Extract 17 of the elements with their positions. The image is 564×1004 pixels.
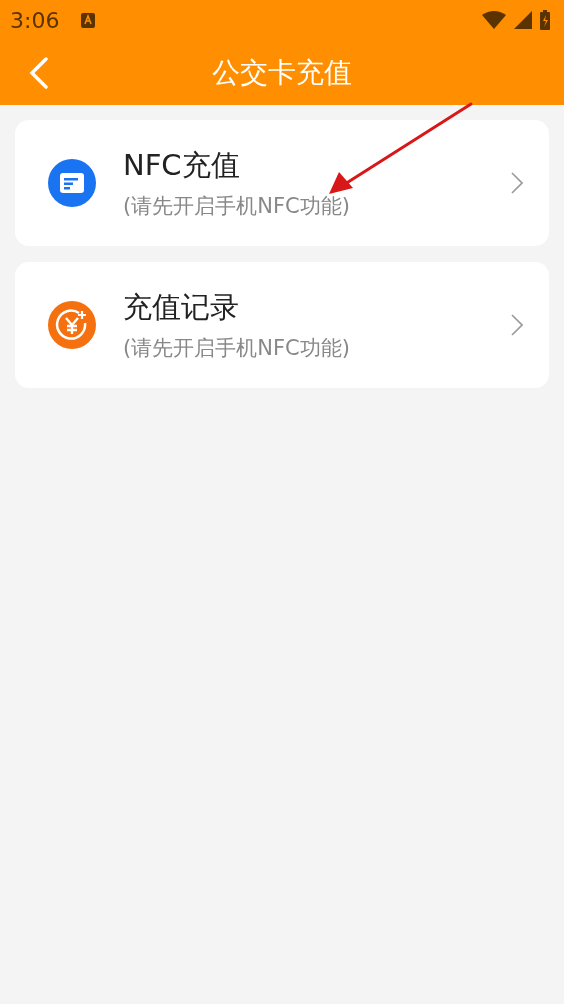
item-title: 充值记录 bbox=[123, 289, 240, 326]
menu-item-card[interactable]: NFC充值 (请先开启手机NFC功能) bbox=[15, 120, 549, 246]
yen-coin-icon bbox=[55, 308, 89, 342]
signal-icon bbox=[514, 11, 532, 29]
item-subtitle: (请先开启手机NFC功能) bbox=[123, 193, 351, 220]
chevron-right-icon bbox=[511, 172, 523, 194]
battery-icon bbox=[540, 10, 550, 30]
menu-item-card[interactable]: 充值记录 (请先开启手机NFC功能) bbox=[15, 262, 549, 388]
chevron-right-icon bbox=[511, 314, 523, 336]
status-time: 3:06 bbox=[10, 7, 60, 33]
keyboard-icon bbox=[81, 12, 96, 28]
back-icon bbox=[29, 57, 49, 89]
item-subtitle: (请先开启手机NFC功能) bbox=[123, 335, 351, 362]
item-title: NFC充值 bbox=[123, 147, 241, 184]
document-icon bbox=[59, 172, 85, 194]
page-title: 公交卡充值 bbox=[212, 54, 352, 91]
wifi-icon bbox=[482, 11, 506, 29]
